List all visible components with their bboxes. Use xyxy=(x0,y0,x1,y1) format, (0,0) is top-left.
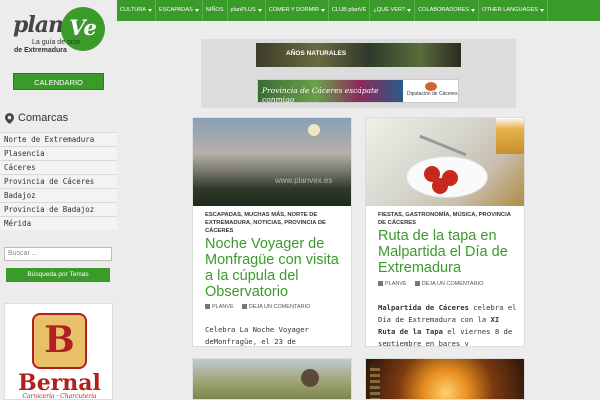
moon-shape xyxy=(308,124,320,136)
nav-item-planplus[interactable]: planPLUS xyxy=(228,0,266,21)
post-card: FIESTAS, GASTRONOMÍA, MÚSICA, PROVINCIA … xyxy=(365,117,525,347)
logo-tagline-1: La guía de ocio xyxy=(32,39,80,46)
nav-item-escapadas[interactable]: ESCAPADAS xyxy=(156,0,203,21)
nav-item-other-languages[interactable]: OTHER LANGUAGES xyxy=(479,0,549,21)
nav-label: planPLUS xyxy=(230,7,256,13)
nav-item-comer-dormir[interactable]: COMER Y DORMIR xyxy=(266,0,329,21)
diputacion-logo: Diputación de Cáceres xyxy=(405,82,458,100)
user-icon xyxy=(205,304,210,310)
filmstrip-shape xyxy=(370,365,380,399)
comarcas-heading: Comarcas xyxy=(5,112,68,124)
page: plan Ve La guía de ocio de Extremadura C… xyxy=(0,0,600,400)
excerpt-bold-place: Malpartida de Cáceres xyxy=(378,303,469,312)
post-comments-link[interactable]: DEJA UN COMENTARIO xyxy=(414,281,484,287)
chevron-down-icon xyxy=(320,9,325,12)
nav-label: ESCAPADAS xyxy=(159,7,193,13)
post-meta: PLANVE DEJA UN COMENTARIO xyxy=(205,304,310,310)
post-card xyxy=(365,358,525,400)
region-item-badajoz[interactable]: Badajoz xyxy=(0,188,117,202)
post-title[interactable]: Ruta de la tapa en Malpartida el Día de … xyxy=(378,228,520,276)
anos-naturales-banner[interactable]: AÑOS NATURALES xyxy=(256,43,461,67)
comment-icon xyxy=(241,304,247,310)
region-item-provincia-badajoz[interactable]: Provincia de Badajoz xyxy=(0,202,117,216)
chevron-down-icon xyxy=(257,9,262,12)
post-author[interactable]: PLANVE xyxy=(378,281,407,287)
bernal-ad[interactable]: B Bernal Carnicería · Charcutería xyxy=(4,303,113,400)
region-item-plasencia[interactable]: Plasencia xyxy=(0,146,117,160)
topic-search-button[interactable]: Búsqueda por Temas xyxy=(6,268,110,282)
post-card: www.planvex.es ESCAPADAS, MUCHAS MÁS, NO… xyxy=(192,117,352,347)
bernal-subtitle: Carnicería · Charcutería xyxy=(22,393,97,400)
bernal-badge: B xyxy=(32,313,87,369)
banner-area: AÑOS NATURALES Provincia de Cáceres escá… xyxy=(201,39,516,108)
region-item-provincia-caceres[interactable]: Provincia de Cáceres xyxy=(0,174,117,188)
comments-label: DEJA UN COMENTARIO xyxy=(248,304,311,310)
nav-item-ninos[interactable]: NIÑOS xyxy=(203,0,228,21)
nav-item-cultura[interactable]: CULTURA xyxy=(117,0,157,21)
post-image[interactable]: www.planvex.es xyxy=(193,118,351,206)
chevron-down-icon xyxy=(471,9,476,12)
image-watermark: www.planvex.es xyxy=(275,176,333,185)
search-input[interactable]: Buscar ... xyxy=(4,247,112,261)
nav-label: ¿QUÉ VER? xyxy=(373,7,406,13)
nav-label: NIÑOS xyxy=(205,7,224,13)
beer-glass-shape xyxy=(496,118,524,154)
author-name: PLANVE xyxy=(212,304,234,310)
nav-item-que-ver[interactable]: ¿QUÉ VER? xyxy=(370,0,416,21)
region-item-norte[interactable]: Norte de Extremadura xyxy=(0,132,117,146)
post-image[interactable] xyxy=(366,118,524,206)
user-icon xyxy=(378,281,383,287)
author-name: PLANVE xyxy=(385,281,407,287)
banner2-text: Provincia de Cáceres escápate conmigo xyxy=(262,86,379,104)
post-title[interactable]: Noche Voyager de Monfragüe con visita a … xyxy=(205,236,347,300)
post-card xyxy=(192,358,352,400)
nav-label: OTHER LANGUAGES xyxy=(482,7,539,13)
calendar-button[interactable]: CALENDARIO xyxy=(13,73,104,90)
post-image[interactable] xyxy=(366,359,524,399)
post-excerpt: Malpartida de Cáceres celebra el Día de … xyxy=(378,302,518,346)
comments-label: DEJA UN COMENTARIO xyxy=(421,281,484,287)
banner2-brand: Diputación de Cáceres xyxy=(407,91,458,97)
post-meta: PLANVE DEJA UN COMENTARIO xyxy=(378,281,483,287)
region-list: Norte de Extremadura Plasencia Cáceres P… xyxy=(0,132,117,230)
main-nav: CULTURA ESCAPADAS NIÑOS planPLUS COMER Y… xyxy=(117,0,600,21)
nav-label: COMER Y DORMIR xyxy=(268,7,319,13)
nav-item-club-planve[interactable]: CLUB planVE xyxy=(329,0,371,21)
person-shape xyxy=(301,369,319,387)
logo-plan-text: plan xyxy=(13,12,64,38)
nav-label: CULTURA xyxy=(120,7,147,13)
comarcas-title: Comarcas xyxy=(18,112,69,124)
chevron-down-icon xyxy=(407,9,412,12)
chevron-down-icon xyxy=(540,9,545,12)
nav-label: CLUB planVE xyxy=(331,7,367,13)
comment-icon xyxy=(414,281,420,287)
banner2-image: Provincia de Cáceres escápate conmigo xyxy=(258,80,403,104)
diputacion-logo-icon xyxy=(425,82,437,91)
post-author[interactable]: PLANVE xyxy=(205,304,234,310)
region-item-caceres[interactable]: Cáceres xyxy=(0,160,117,174)
post-image[interactable] xyxy=(193,359,351,399)
fork-shape xyxy=(419,134,467,157)
region-item-merida[interactable]: Mérida xyxy=(0,216,117,230)
post-excerpt: Celebra La Noche Voyager deMonfragüe, el… xyxy=(205,325,309,346)
nav-item-colaboradores[interactable]: COLABORADORES xyxy=(415,0,480,21)
bernal-badge-letter: B xyxy=(44,319,75,361)
meatball-shape xyxy=(432,178,448,194)
chevron-down-icon xyxy=(194,9,199,12)
site-logo[interactable]: plan Ve La guía de ocio de Extremadura xyxy=(10,6,110,56)
chevron-down-icon xyxy=(148,9,153,12)
post-categories[interactable]: FIESTAS, GASTRONOMÍA, MÚSICA, PROVINCIA … xyxy=(378,211,518,227)
post-comments-link[interactable]: DEJA UN COMENTARIO xyxy=(241,304,311,310)
post-categories[interactable]: ESCAPADAS, MUCHAS MÁS, NORTE DE EXTREMAD… xyxy=(205,211,345,235)
banner1-text: AÑOS NATURALES xyxy=(286,50,347,57)
sidebar: plan Ve La guía de ocio de Extremadura C… xyxy=(0,0,117,400)
nav-label: COLABORADORES xyxy=(418,7,470,13)
logo-tagline-2: de Extremadura xyxy=(14,47,67,54)
caceres-tourism-banner[interactable]: Provincia de Cáceres escápate conmigo Di… xyxy=(257,79,459,104)
map-pin-icon xyxy=(5,112,14,124)
